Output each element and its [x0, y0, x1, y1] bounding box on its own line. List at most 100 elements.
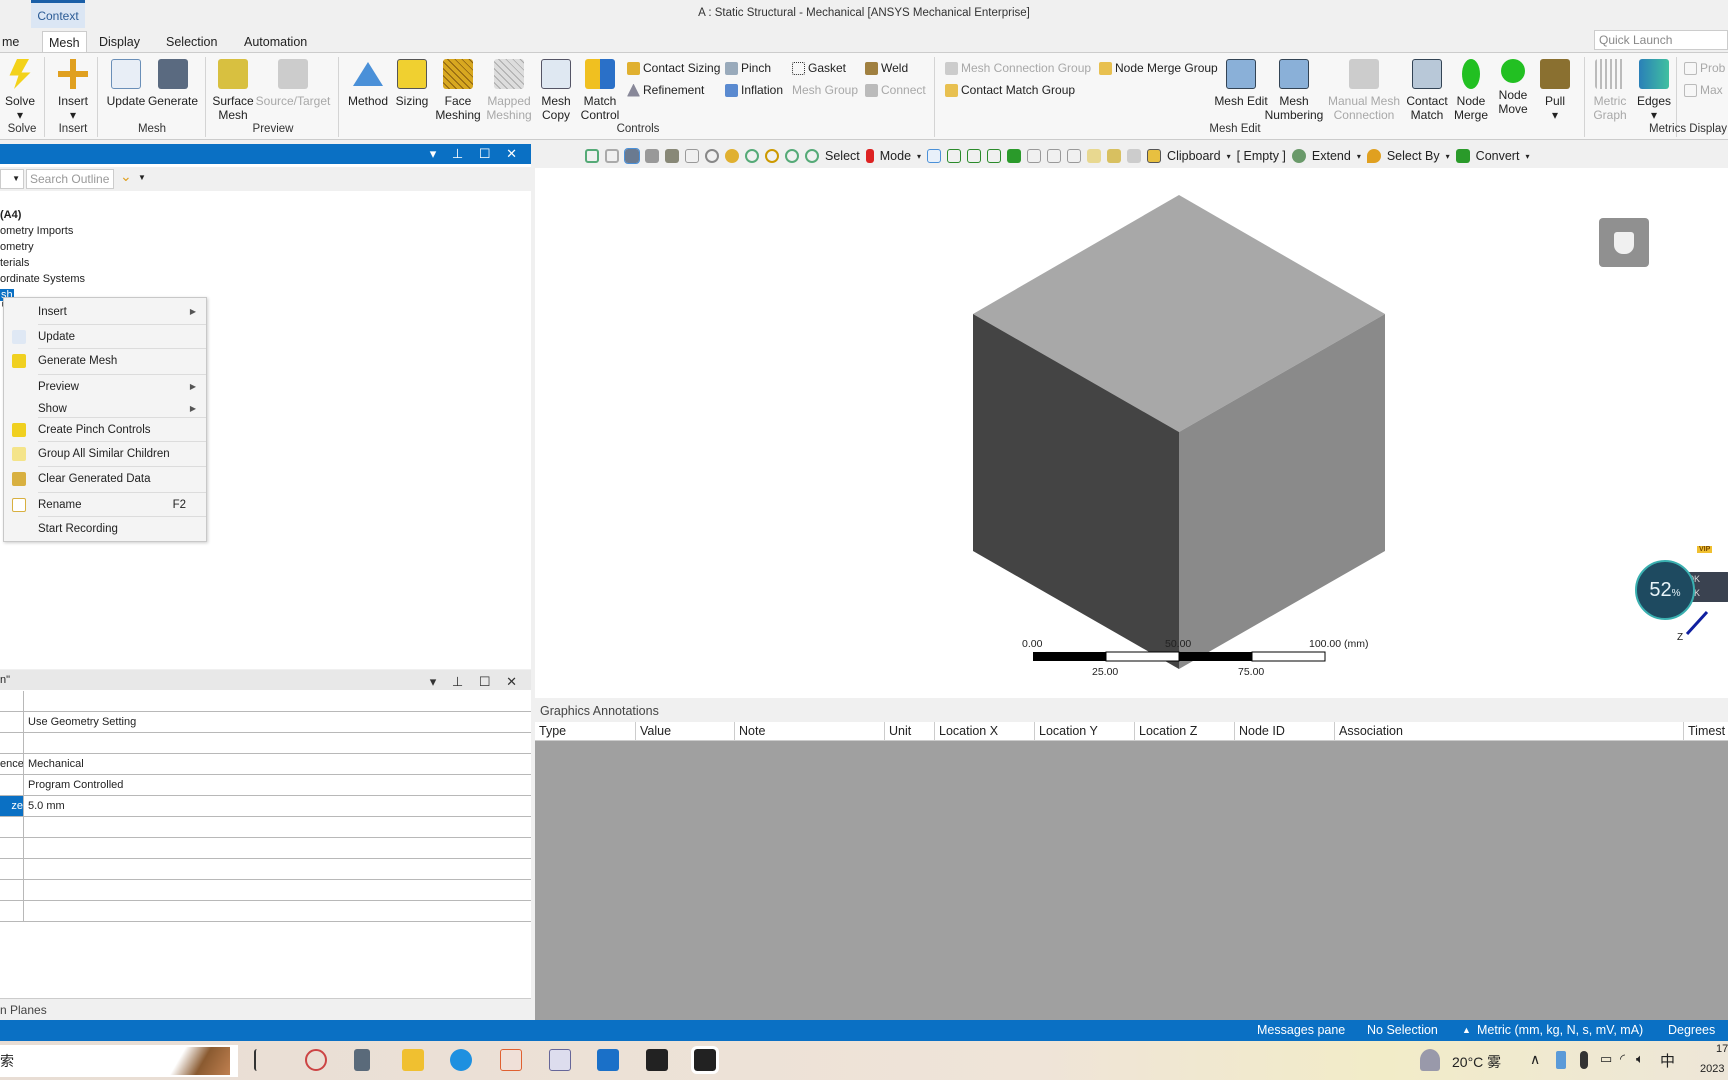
details-row[interactable] [0, 859, 531, 880]
inflation-button[interactable]: Inflation [725, 83, 783, 97]
file-explorer-icon[interactable] [402, 1049, 424, 1071]
chevron-down-icon[interactable]: ⌄ [120, 168, 132, 185]
workbench-icon[interactable] [646, 1049, 668, 1071]
select-face-icon[interactable] [987, 149, 1002, 163]
edges-button[interactable]: Edges ▾ [1634, 59, 1674, 122]
select-body-icon[interactable] [1007, 149, 1022, 163]
tray-overflow-icon[interactable]: ∧ [1530, 1051, 1540, 1068]
generate-button[interactable]: Generate [143, 59, 203, 108]
details-row[interactable] [0, 691, 531, 712]
extend-dropdown[interactable]: Extend [1312, 149, 1351, 163]
clipboard-dropdown[interactable]: Clipboard [1167, 149, 1221, 163]
graphics-viewport[interactable]: 0.00 50.00 100.00 (mm) 25.00 75.00 Z 0K0… [535, 168, 1728, 698]
clock-date[interactable]: 2023 [1700, 1063, 1724, 1075]
render-icon[interactable] [665, 149, 679, 163]
pinch-button[interactable]: Pinch [725, 61, 771, 75]
tree-item-coordinate-systems[interactable]: ordinate Systems [0, 273, 85, 285]
network-speed-widget[interactable]: 0K0K 52% VIP [1635, 546, 1728, 620]
unit-system-button[interactable]: Metric (mm, kg, N, s, mV, mA) [1477, 1020, 1643, 1041]
column-type[interactable]: Type [535, 722, 566, 741]
details-row-value[interactable]: Mechanical [28, 754, 84, 774]
details-row-value[interactable]: Program Controlled [28, 775, 123, 795]
menu-item-clear-generated-data[interactable]: Clear Generated Data [4, 467, 206, 491]
menu-item-start-recording[interactable]: Start Recording [4, 517, 206, 541]
app-icon[interactable] [597, 1049, 619, 1071]
column-unit[interactable]: Unit [884, 722, 911, 741]
volume-icon[interactable]: 🔈︎ [1636, 1051, 1644, 1067]
details-row[interactable] [0, 901, 531, 922]
node-merge-group-button[interactable]: Node Merge Group [1099, 61, 1218, 75]
ime-indicator[interactable]: 中 [1660, 1050, 1675, 1071]
details-row[interactable] [0, 838, 531, 859]
zoom-out-icon[interactable] [605, 149, 619, 163]
usb-tray-icon[interactable] [1556, 1051, 1566, 1069]
insert-button[interactable]: Insert ▾ [43, 59, 103, 122]
match-control-button[interactable]: Match Control [570, 59, 630, 122]
menu-item-update[interactable]: Update [4, 325, 206, 349]
tab-mesh[interactable]: Mesh [42, 31, 87, 53]
tree-item-geometry-imports[interactable]: ometry Imports [0, 225, 73, 237]
column-note[interactable]: Note [734, 722, 765, 741]
details-row[interactable] [0, 733, 531, 754]
select-node-icon[interactable] [1027, 149, 1042, 163]
tree-item-materials[interactable]: terials [0, 257, 29, 269]
manual-mesh-connection-button[interactable]: Manual Mesh Connection [1326, 59, 1402, 122]
menu-item-create-pinch-controls[interactable]: Create Pinch Controls [4, 418, 206, 442]
connect-button[interactable]: Connect [865, 83, 926, 97]
convert-dropdown[interactable]: Convert [1476, 149, 1520, 163]
zoom-icon[interactable] [745, 149, 759, 163]
details-row[interactable] [0, 817, 531, 838]
panel-window-buttons[interactable]: ▾ ⊥ ☐ ✕ [430, 672, 523, 692]
contact-sizing-button[interactable]: Contact Sizing [627, 61, 720, 75]
edge-browser-icon[interactable] [450, 1049, 472, 1071]
pan-icon[interactable] [725, 149, 739, 163]
overflow-arrow-icon[interactable]: ▼ [138, 173, 146, 182]
node-merge-button[interactable]: Node Merge [1448, 59, 1494, 122]
mesh-group-button[interactable]: Mesh Group [792, 83, 858, 97]
menu-item-rename[interactable]: Rename F2 [4, 493, 206, 517]
angle-unit-button[interactable]: Degrees [1668, 1020, 1715, 1041]
usb-widget[interactable] [1599, 218, 1649, 267]
weld-button[interactable]: Weld [865, 61, 908, 75]
wireframe-icon[interactable] [645, 149, 659, 163]
tree-item-model[interactable]: (A4) [0, 209, 21, 221]
pull-button[interactable]: Pull ▾ [1535, 59, 1575, 122]
magnifier-icon[interactable] [805, 149, 819, 163]
tab-home[interactable]: me [0, 31, 25, 53]
shaded-view-icon[interactable] [624, 148, 640, 164]
column-location-z[interactable]: Location Z [1134, 722, 1197, 741]
select-vertex-icon[interactable] [947, 149, 962, 163]
filter-dropdown[interactable]: ▼ [0, 169, 24, 189]
app-warning-icon[interactable] [549, 1049, 571, 1071]
section-planes-tab[interactable]: n Planes [0, 998, 531, 1020]
node-move-button[interactable]: Node Move [1490, 59, 1536, 116]
select-button[interactable]: Select [825, 149, 860, 163]
quick-launch-input[interactable]: Quick Launch [1594, 30, 1728, 50]
surface-mesh-button[interactable]: Surface Mesh [203, 59, 263, 122]
column-location-y[interactable]: Location Y [1034, 722, 1098, 741]
network-icon[interactable]: ▭ [1600, 1051, 1612, 1067]
max-button[interactable]: Max [1684, 83, 1723, 97]
details-row[interactable]: Program Controlled [0, 775, 531, 796]
column-node-id[interactable]: Node ID [1234, 722, 1285, 741]
contact-match-group-button[interactable]: Contact Match Group [945, 83, 1075, 97]
column-location-x[interactable]: Location X [934, 722, 998, 741]
label-icon[interactable] [1107, 149, 1122, 163]
taskbar-search-box[interactable]: 索 [0, 1045, 238, 1077]
refinement-button[interactable]: Refinement [627, 83, 704, 97]
tab-display[interactable]: Display [93, 31, 146, 53]
mechanical-icon[interactable] [691, 1046, 719, 1074]
column-value[interactable]: Value [635, 722, 671, 741]
mesh-connection-group-button[interactable]: Mesh Connection Group [945, 61, 1091, 75]
measure-icon[interactable] [1127, 149, 1142, 163]
calculator-icon[interactable] [354, 1049, 370, 1071]
box-zoom-icon[interactable] [765, 149, 779, 163]
panel-window-buttons[interactable]: ▾ ⊥ ☐ ✕ [430, 146, 523, 162]
metric-graph-button[interactable]: Metric Graph [1588, 59, 1632, 122]
coordinate-icon[interactable] [1087, 149, 1102, 163]
select-edge-icon[interactable] [967, 149, 982, 163]
powerpoint-icon[interactable] [500, 1049, 522, 1071]
mesh-numbering-button[interactable]: Mesh Numbering [1259, 59, 1329, 122]
details-row-value[interactable]: Use Geometry Setting [28, 712, 136, 732]
details-row[interactable]: Use Geometry Setting [0, 712, 531, 733]
